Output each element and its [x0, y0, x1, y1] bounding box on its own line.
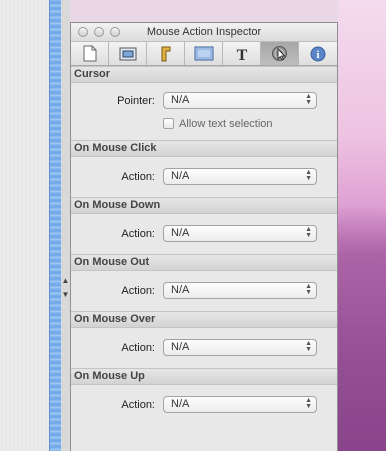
allow-text-selection-label: Allow text selection — [179, 118, 273, 130]
tab-layout[interactable] — [185, 42, 223, 65]
inspector-window: Mouse Action Inspector T i Cursor Pointe… — [70, 22, 338, 451]
section-mouse-click-header: On Mouse Click — [71, 140, 337, 157]
tab-text[interactable]: T — [223, 42, 261, 65]
tab-info[interactable]: i — [299, 42, 337, 65]
mouse-up-row: Action: N/A ▲ ▼ — [71, 385, 337, 425]
mouse-over-action-select[interactable]: N/A ▲ ▼ — [163, 339, 317, 356]
mouse-out-action-value: N/A — [171, 284, 190, 296]
pointer-select[interactable]: N/A ▲ ▼ — [163, 92, 317, 109]
mouse-click-action-value: N/A — [171, 170, 190, 182]
pointer-row: Pointer: N/A ▲ ▼ — [71, 83, 337, 116]
allow-selection-row: Allow text selection — [71, 116, 337, 140]
background-panel — [0, 0, 50, 451]
desktop-top — [70, 0, 338, 22]
tab-graphic[interactable] — [147, 42, 185, 65]
svg-text:T: T — [236, 47, 247, 62]
mouse-down-row: Action: N/A ▲ ▼ — [71, 214, 337, 254]
section-mouse-over-header: On Mouse Over — [71, 311, 337, 328]
section-mouse-down-header: On Mouse Down — [71, 197, 337, 214]
mouse-action-icon — [272, 46, 287, 61]
mouse-up-action-label: Action: — [121, 399, 155, 411]
mouse-click-action-label: Action: — [121, 171, 155, 183]
tab-mouse-action[interactable] — [261, 42, 299, 65]
layout-icon — [194, 46, 213, 61]
stepper-arrows-icon: ▲ ▼ — [305, 397, 312, 410]
stepper-arrows-icon: ▲ ▼ — [305, 340, 312, 353]
text-icon: T — [236, 47, 247, 62]
pointer-label: Pointer: — [117, 95, 155, 107]
mouse-over-action-label: Action: — [121, 342, 155, 354]
mouse-out-action-label: Action: — [121, 285, 155, 297]
stepper-arrows-icon: ▲ ▼ — [305, 283, 312, 296]
section-mouse-up-header: On Mouse Up — [71, 368, 337, 385]
stepper-arrows-icon: ▲ ▼ — [305, 226, 312, 239]
tree-silhouette — [338, 205, 386, 451]
window-title: Mouse Action Inspector — [146, 26, 262, 38]
mouse-down-action-select[interactable]: N/A ▲ ▼ — [163, 225, 317, 242]
mouse-click-row: Action: N/A ▲ ▼ — [71, 157, 337, 197]
graphic-icon — [161, 46, 170, 61]
tab-metrics[interactable] — [109, 42, 147, 65]
stepper-arrows-icon: ▲ ▼ — [305, 169, 312, 182]
mouse-click-action-select[interactable]: N/A ▲ ▼ — [163, 168, 317, 185]
mouse-down-action-label: Action: — [121, 228, 155, 240]
inspector-toolbar: T i — [71, 42, 337, 66]
section-cursor-header: Cursor — [71, 66, 337, 83]
mouse-down-action-value: N/A — [171, 227, 190, 239]
stepper-arrows-icon: ▲ ▼ — [305, 93, 312, 106]
desktop-background — [338, 0, 386, 451]
info-icon: i — [310, 46, 326, 61]
mouse-up-action-value: N/A — [171, 398, 190, 410]
pointer-select-value: N/A — [171, 94, 190, 106]
section-mouse-out-header: On Mouse Out — [71, 254, 337, 271]
arrow-down-icon[interactable]: ▼ — [61, 288, 70, 301]
mouse-out-row: Action: N/A ▲ ▼ — [71, 271, 337, 311]
tab-document[interactable] — [71, 42, 109, 65]
document-icon — [83, 45, 96, 62]
svg-text:i: i — [316, 49, 319, 61]
mouse-out-action-select[interactable]: N/A ▲ ▼ — [163, 282, 317, 299]
allow-text-selection-checkbox[interactable] — [163, 118, 174, 129]
arrow-up-icon[interactable]: ▲ — [61, 274, 70, 287]
metrics-icon — [119, 47, 136, 60]
title-bar[interactable]: Mouse Action Inspector — [71, 23, 337, 42]
mouse-up-action-select[interactable]: N/A ▲ ▼ — [163, 396, 317, 413]
mouse-over-row: Action: N/A ▲ ▼ — [71, 328, 337, 368]
mouse-over-action-value: N/A — [171, 341, 190, 353]
